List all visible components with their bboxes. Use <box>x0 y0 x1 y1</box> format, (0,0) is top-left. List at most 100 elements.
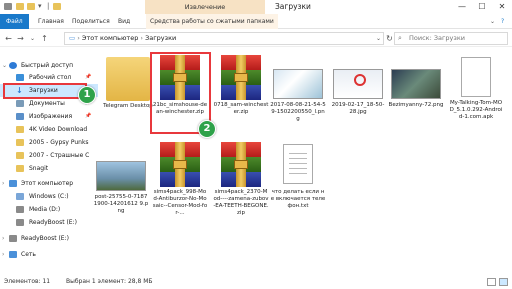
nav-network[interactable]: › Сеть <box>0 248 98 261</box>
nav-label: Сеть <box>21 251 36 258</box>
file-item[interactable]: Bezimyanny-72.png <box>388 55 444 135</box>
nav-readyboost-root[interactable]: › ReadyBoost (E:) <box>0 232 98 245</box>
nav-this-pc[interactable]: › Этот компьютер <box>0 177 98 190</box>
nav-label: Snagit <box>29 165 49 172</box>
breadcrumb-this-pc[interactable]: Этот компьютер <box>82 34 138 42</box>
nav-label: ReadyBoost (E:) <box>29 219 77 226</box>
step-badge-1: 1 <box>78 86 96 104</box>
nav-label: 4K Video Download <box>29 126 88 133</box>
maximize-button[interactable]: ☐ <box>472 0 492 14</box>
up-icon[interactable]: ↑ <box>39 32 50 45</box>
recent-dropdown-icon[interactable]: ⌄ <box>27 32 38 45</box>
file-item[interactable]: sims4pack_998-Mod-Antiburzor-No-Mosaic--… <box>152 142 208 222</box>
expand-icon[interactable]: › <box>2 232 4 245</box>
ribbon-expand-icon[interactable]: ⌄ <box>490 14 495 29</box>
quick-access-dropdown-icon[interactable]: ▾ <box>38 2 42 10</box>
breadcrumb-downloads[interactable]: Загрузки <box>145 34 176 42</box>
folder-icon <box>53 3 61 10</box>
back-icon[interactable]: ← <box>3 32 14 45</box>
status-bar: Элементов: 11 Выбран 1 элемент: 28,8 МБ <box>0 275 512 289</box>
new-folder-icon[interactable] <box>27 3 35 10</box>
usb-drive-icon <box>9 235 17 242</box>
properties-icon[interactable] <box>16 3 24 10</box>
minimize-button[interactable]: — <box>452 0 472 14</box>
computer-icon: ▭ <box>69 34 76 42</box>
tab-file[interactable]: Файл <box>0 14 29 29</box>
folder-icon <box>16 165 24 172</box>
text-file-icon <box>283 144 313 184</box>
file-name: 2017-08-08-21-54-59-1502200550_l.png <box>270 102 326 122</box>
selection-info: Выбран 1 элемент: 28,8 МБ <box>66 278 153 285</box>
search-icon: ⌕ <box>398 34 402 42</box>
forward-icon[interactable]: → <box>15 32 26 45</box>
nav-drive-d[interactable]: Media (D:) <box>0 203 98 216</box>
file-item[interactable]: 0718_sam-winchester.zip <box>213 55 269 135</box>
drive-icon <box>16 193 24 200</box>
address-field[interactable]: ▭ › Этот компьютер › Загрузки <box>64 32 384 45</box>
folder-icon <box>16 126 24 133</box>
file-item[interactable]: My-Talking-Tom-MOD_5.1.0.292-Android-1.c… <box>448 55 504 135</box>
details-view-icon[interactable] <box>487 278 496 286</box>
file-name: Bezimyanny-72.png <box>388 102 444 108</box>
tab-share[interactable]: Поделиться <box>72 14 110 29</box>
nav-folder-4k-video[interactable]: 4K Video Download <box>0 123 98 136</box>
documents-icon <box>16 100 24 107</box>
nav-folder-snagit[interactable]: Snagit <box>0 162 98 175</box>
file-name: My-Talking-Tom-MOD_5.1.0.292-Android-1.c… <box>449 100 503 120</box>
folder-icon <box>16 152 24 159</box>
ribbon-tabs: Файл Главная Поделиться Вид Средства раб… <box>0 14 512 29</box>
winrar-zip-icon <box>221 142 261 187</box>
nav-label: Media (D:) <box>29 206 61 213</box>
image-thumbnail <box>96 161 146 191</box>
file-name: что делать если не включается телефон.tx… <box>270 189 326 209</box>
file-name: post-25755-0-71871900-14201612 9.png <box>93 194 149 214</box>
file-item[interactable]: что делать если не включается телефон.tx… <box>270 142 326 222</box>
app-icon <box>4 3 12 10</box>
tab-compressed-tools[interactable]: Средства работы со сжатыми папками <box>146 14 278 29</box>
highlight-downloads <box>3 83 87 99</box>
image-thumbnail <box>333 69 383 99</box>
nav-label: 2007 - Страшные С <box>29 152 90 159</box>
winrar-zip-icon <box>221 55 261 100</box>
file-name: sims4pack_998-Mod-Antiburzor-No-Mosaic--… <box>152 189 208 216</box>
folder-icon <box>16 139 24 146</box>
nav-drive-c[interactable]: Windows (C:) <box>0 190 98 203</box>
nav-folder-gypsy-punks[interactable]: 2005 - Gypsy Punks <box>0 136 98 149</box>
image-thumbnail <box>273 69 323 99</box>
nav-folder-2007[interactable]: 2007 - Страшные С <box>0 149 98 162</box>
nav-drive-e[interactable]: ReadyBoost (E:) <box>0 216 98 229</box>
help-icon[interactable]: ? <box>501 14 504 29</box>
winrar-zip-icon <box>160 142 200 187</box>
address-bar-row: ← → ⌄ ↑ ▭ › Этот компьютер › Загрузки ⌄ … <box>0 30 512 47</box>
tab-home[interactable]: Главная <box>38 14 64 29</box>
computer-icon <box>9 180 17 187</box>
context-tab-extract[interactable]: Извлечение <box>145 0 265 14</box>
close-button[interactable]: ✕ <box>492 0 512 14</box>
nav-pictures[interactable]: Изображения 📌 <box>0 110 98 123</box>
file-item[interactable]: post-25755-0-71871900-14201612 9.png <box>93 158 149 228</box>
file-name: sims4pack_2370-Mod----zamena-zubov-EA-TE… <box>213 189 269 216</box>
file-item[interactable]: 2019-02-17_18-50-28.jpg <box>330 55 386 135</box>
pin-icon[interactable]: 📌 <box>85 110 91 123</box>
nav-label: Windows (C:) <box>29 193 69 200</box>
drive-icon <box>16 206 24 213</box>
image-thumbnail <box>391 69 441 99</box>
search-input[interactable]: ⌕ Поиск: Загрузки <box>394 32 508 45</box>
address-dropdown-icon[interactable]: ⌄ <box>373 32 384 45</box>
file-name: 2019-02-17_18-50-28.jpg <box>331 102 385 115</box>
tab-view[interactable]: Вид <box>118 14 130 29</box>
desktop-icon <box>16 74 24 81</box>
nav-label: Этот компьютер <box>21 180 74 187</box>
folder-icon <box>106 57 150 101</box>
large-icons-view-icon[interactable] <box>499 278 508 286</box>
expand-icon[interactable]: › <box>2 177 4 190</box>
nav-label: 2005 - Gypsy Punks <box>29 139 89 146</box>
separator-icon: | <box>47 2 50 10</box>
drive-icon <box>16 219 24 226</box>
file-item[interactable]: sims4pack_2370-Mod----zamena-zubov-EA-TE… <box>213 142 269 222</box>
file-item[interactable]: Telegram Desktop <box>100 55 156 135</box>
file-name: Telegram Desktop <box>103 103 153 109</box>
expand-icon[interactable]: › <box>2 248 4 261</box>
file-item[interactable]: 2017-08-08-21-54-59-1502200550_l.png <box>270 55 326 135</box>
network-icon <box>9 251 17 258</box>
